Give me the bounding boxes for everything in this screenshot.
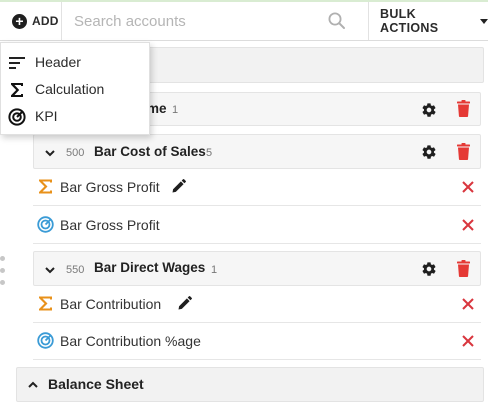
- group-count: 5: [206, 147, 213, 159]
- trash-icon[interactable]: [457, 100, 470, 117]
- search-icon[interactable]: [327, 11, 347, 31]
- trash-icon[interactable]: [457, 260, 470, 277]
- menu-item-label: Calculation: [35, 81, 105, 97]
- gear-icon[interactable]: [421, 102, 437, 118]
- remove-x-icon[interactable]: [461, 180, 475, 194]
- add-menu: Header Calculation KPI: [0, 42, 150, 135]
- sigma-icon: [11, 83, 23, 97]
- pencil-icon[interactable]: [178, 296, 192, 310]
- item-label: Bar Contribution: [60, 296, 162, 312]
- menu-item-kpi[interactable]: KPI: [1, 104, 149, 131]
- chevron-down-icon[interactable]: [44, 264, 56, 276]
- toolbar: + ADD BULK ACTIONS: [0, 0, 488, 41]
- group-name: Bar Direct Wages: [94, 260, 206, 275]
- remove-x-icon[interactable]: [461, 334, 475, 348]
- kpi-gauge-icon: [37, 216, 54, 233]
- bulk-actions-label: BULK ACTIONS: [380, 7, 439, 35]
- chevron-up-icon[interactable]: [27, 379, 39, 391]
- gear-icon[interactable]: [421, 261, 437, 277]
- drag-handle-dot: [0, 256, 5, 261]
- plus-circle-icon: +: [12, 13, 27, 29]
- header-lines-icon: [9, 57, 25, 69]
- group-code: 550: [66, 264, 85, 276]
- trash-icon[interactable]: [457, 143, 470, 160]
- group-name: Bar Cost of Sales: [94, 144, 206, 159]
- kpi-gauge-icon: [8, 108, 26, 126]
- group-row-bar-direct-wages[interactable]: 550 Bar Direct Wages 1: [33, 251, 481, 286]
- menu-item-label: Header: [35, 54, 81, 70]
- menu-item-label: KPI: [35, 108, 58, 124]
- caret-down-icon: [480, 19, 488, 24]
- kpi-gauge-icon: [37, 332, 54, 349]
- menu-item-header[interactable]: Header: [1, 50, 149, 77]
- remove-x-icon[interactable]: [461, 297, 475, 311]
- search-input[interactable]: [63, 2, 368, 40]
- group-row-bar-cost-of-sales[interactable]: 500 Bar Cost of Sales 5: [33, 134, 481, 169]
- group-count: 1: [211, 264, 218, 276]
- bulk-actions-dropdown[interactable]: BULK ACTIONS: [368, 2, 488, 40]
- section-row-balance-sheet[interactable]: Balance Sheet: [16, 367, 484, 402]
- menu-item-calculation[interactable]: Calculation: [1, 77, 149, 104]
- drag-handle-dot: [0, 268, 5, 273]
- group-count: 1: [172, 104, 179, 116]
- sigma-icon: [39, 179, 52, 194]
- group-code: 500: [66, 147, 85, 159]
- item-label: Bar Contribution %age: [60, 333, 201, 349]
- remove-x-icon[interactable]: [461, 218, 475, 232]
- list-item[interactable]: Bar Gross Profit: [33, 168, 481, 206]
- pencil-icon[interactable]: [172, 179, 186, 193]
- add-button-label: ADD: [32, 14, 59, 28]
- drag-handle-dot: [0, 280, 5, 285]
- section-name: Balance Sheet: [48, 376, 144, 392]
- item-label: Bar Gross Profit: [60, 179, 160, 195]
- sigma-icon: [39, 296, 52, 311]
- item-label: Bar Gross Profit: [60, 217, 160, 233]
- list-item[interactable]: Bar Contribution %age: [33, 322, 481, 360]
- list-item[interactable]: Bar Gross Profit: [33, 206, 481, 244]
- add-button[interactable]: + ADD: [0, 2, 62, 40]
- chevron-down-icon[interactable]: [44, 147, 56, 159]
- gear-icon[interactable]: [421, 144, 437, 160]
- list-item[interactable]: Bar Contribution: [33, 285, 481, 323]
